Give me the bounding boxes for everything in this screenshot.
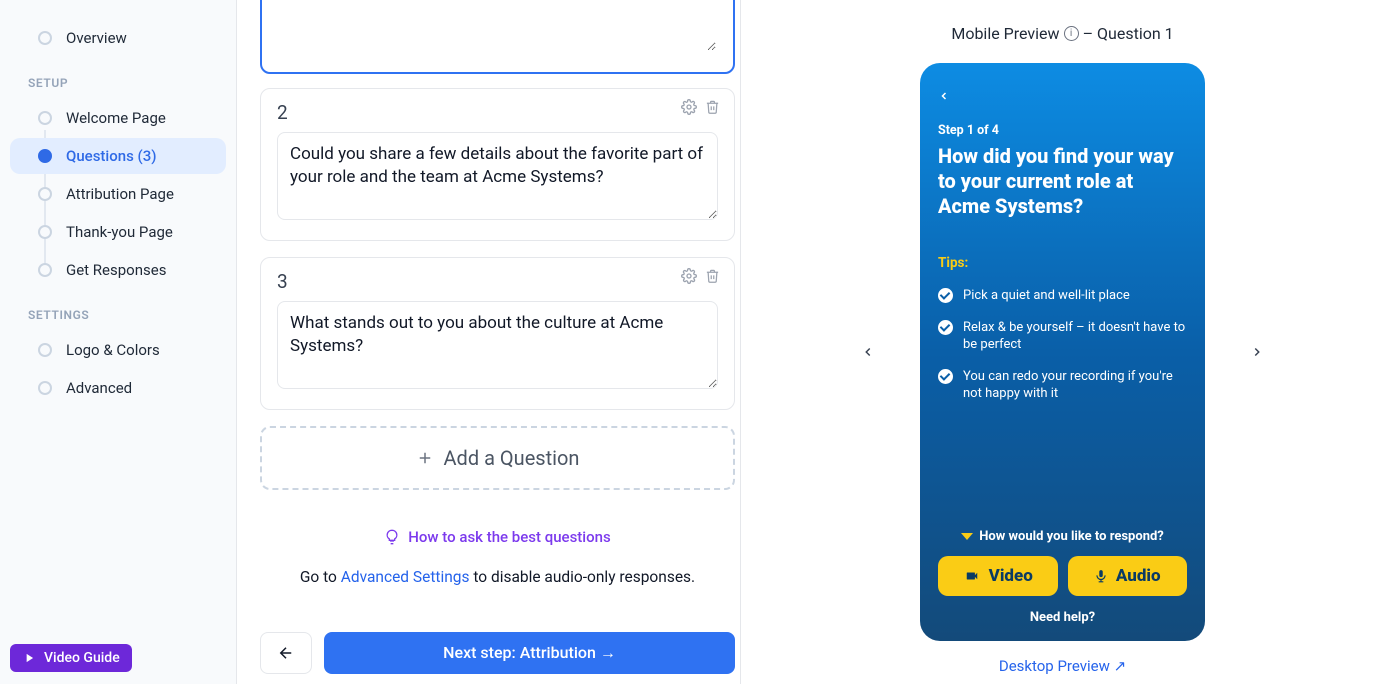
preview-row: Step 1 of 4 How did you find your way to… bbox=[856, 63, 1269, 641]
editor-column: 2 3 Add a Question How to ask the best q… bbox=[260, 0, 735, 684]
respond-audio-label: Audio bbox=[1116, 566, 1161, 586]
chevron-left-icon bbox=[861, 340, 875, 364]
best-questions-label: How to ask the best questions bbox=[408, 528, 610, 546]
preview-prev-button[interactable] bbox=[856, 332, 880, 372]
mobile-preview-card: Step 1 of 4 How did you find your way to… bbox=[920, 63, 1205, 641]
lightbulb-icon bbox=[384, 529, 400, 545]
preview-step-label: Step 1 of 4 bbox=[938, 123, 1187, 138]
sidebar-item-label: Overview bbox=[66, 29, 127, 47]
nav-dot-icon bbox=[38, 263, 52, 277]
question-card-3[interactable]: 3 bbox=[260, 257, 735, 410]
question-card-actions bbox=[681, 99, 720, 115]
preview-header-suffix: – Question 1 bbox=[1083, 24, 1174, 43]
preview-tip-text: You can redo your recording if you're no… bbox=[963, 368, 1187, 403]
gear-icon[interactable] bbox=[681, 99, 697, 115]
respond-audio-button[interactable]: Audio bbox=[1068, 556, 1188, 596]
preview-header-prefix: Mobile Preview bbox=[951, 24, 1059, 43]
sidebar-item-label: Welcome Page bbox=[66, 109, 166, 127]
nav-dot-icon bbox=[38, 31, 52, 45]
gear-icon[interactable] bbox=[681, 268, 697, 284]
preview-back-button[interactable] bbox=[938, 87, 1187, 105]
preview-tip-text: Relax & be yourself – it doesn't have to… bbox=[963, 319, 1187, 354]
nav-dot-icon bbox=[38, 343, 52, 357]
sidebar-item-welcome-page[interactable]: Welcome Page bbox=[10, 100, 226, 136]
respond-video-label: Video bbox=[989, 566, 1033, 586]
preview-question-text: How did you find your way to your curren… bbox=[938, 144, 1187, 219]
sidebar-item-label: Get Responses bbox=[66, 261, 166, 279]
preview-tip-item: You can redo your recording if you're no… bbox=[938, 368, 1187, 403]
question-card-actions bbox=[681, 268, 720, 284]
sidebar-section-setup: SETUP bbox=[0, 76, 236, 90]
nav-dot-icon bbox=[38, 225, 52, 239]
question-1-textarea[interactable] bbox=[278, 0, 717, 52]
preview-tip-item: Relax & be yourself – it doesn't have to… bbox=[938, 319, 1187, 354]
preview-next-button[interactable] bbox=[1245, 332, 1269, 372]
question-card-2[interactable]: 2 bbox=[260, 88, 735, 241]
nav-dot-icon bbox=[38, 187, 52, 201]
editor-bottom-bar: Next step: Attribution → bbox=[260, 632, 735, 674]
add-question-button[interactable]: Add a Question bbox=[260, 426, 735, 490]
respond-prompt: How would you like to respond? bbox=[961, 529, 1164, 544]
sidebar-item-questions[interactable]: Questions (3) bbox=[10, 138, 226, 174]
check-icon bbox=[938, 369, 953, 384]
sidebar-item-logo-colors[interactable]: Logo & Colors bbox=[10, 332, 226, 368]
question-number: 2 bbox=[277, 101, 718, 124]
need-help-link[interactable]: Need help? bbox=[938, 610, 1187, 625]
chevron-right-icon bbox=[1250, 340, 1264, 364]
desktop-preview-label: Desktop Preview ↗ bbox=[999, 657, 1126, 675]
desktop-preview-link[interactable]: Desktop Preview ↗ bbox=[999, 657, 1126, 675]
trash-icon[interactable] bbox=[705, 268, 720, 284]
video-icon bbox=[963, 569, 981, 583]
preview-tips-label: Tips: bbox=[938, 255, 1187, 271]
trash-icon[interactable] bbox=[705, 99, 720, 115]
respond-buttons: Video Audio bbox=[938, 556, 1187, 596]
sidebar-setup-group: Welcome Page Questions (3) Attribution P… bbox=[0, 100, 236, 288]
nav-dot-icon bbox=[38, 381, 52, 395]
nav-dot-icon bbox=[38, 111, 52, 125]
sidebar-item-label: Advanced bbox=[66, 379, 132, 397]
next-step-button[interactable]: Next step: Attribution → bbox=[324, 632, 735, 674]
nav-dot-icon bbox=[38, 149, 52, 163]
info-icon[interactable]: i bbox=[1064, 26, 1079, 41]
question-card-1[interactable] bbox=[260, 0, 735, 74]
respond-video-button[interactable]: Video bbox=[938, 556, 1058, 596]
sidebar-item-label: Questions (3) bbox=[66, 147, 157, 165]
preview-tip-text: Pick a quiet and well-lit place bbox=[963, 287, 1130, 305]
plus-icon bbox=[416, 449, 434, 467]
preview-tip-item: Pick a quiet and well-lit place bbox=[938, 287, 1187, 305]
sidebar-item-advanced[interactable]: Advanced bbox=[10, 370, 226, 406]
sidebar: Overview SETUP Welcome Page Questions (3… bbox=[0, 0, 237, 684]
sidebar-item-label: Thank-you Page bbox=[66, 223, 173, 241]
check-icon bbox=[938, 320, 953, 335]
best-questions-link[interactable]: How to ask the best questions bbox=[260, 528, 735, 546]
play-icon bbox=[22, 651, 36, 665]
microphone-icon bbox=[1094, 568, 1108, 584]
add-question-label: Add a Question bbox=[444, 446, 580, 470]
video-guide-button[interactable]: Video Guide bbox=[10, 644, 132, 672]
sidebar-item-label: Attribution Page bbox=[66, 185, 174, 203]
sidebar-item-overview[interactable]: Overview bbox=[10, 20, 226, 56]
check-icon bbox=[938, 288, 953, 303]
sidebar-item-label: Logo & Colors bbox=[66, 341, 160, 359]
video-guide-label: Video Guide bbox=[44, 650, 120, 666]
question-number: 3 bbox=[277, 270, 718, 293]
next-step-label: Next step: Attribution → bbox=[443, 643, 616, 663]
preview-pane: Mobile Preview i – Question 1 Step 1 of … bbox=[740, 0, 1384, 684]
advanced-settings-hint: Go to Advanced Settings to disable audio… bbox=[260, 568, 735, 586]
sidebar-item-attribution-page[interactable]: Attribution Page bbox=[10, 176, 226, 212]
advanced-settings-link[interactable]: Advanced Settings bbox=[341, 568, 470, 586]
chevron-left-icon bbox=[938, 87, 950, 105]
arrow-left-icon bbox=[277, 644, 295, 662]
preview-bottom: How would you like to respond? Video Aud… bbox=[938, 525, 1187, 625]
back-button[interactable] bbox=[260, 632, 312, 674]
sidebar-section-settings: SETTINGS bbox=[0, 308, 236, 322]
sidebar-item-get-responses[interactable]: Get Responses bbox=[10, 252, 226, 288]
sidebar-item-thank-you-page[interactable]: Thank-you Page bbox=[10, 214, 226, 250]
triangle-down-icon bbox=[961, 533, 973, 540]
preview-header: Mobile Preview i – Question 1 bbox=[951, 24, 1173, 43]
question-2-textarea[interactable] bbox=[277, 132, 718, 220]
question-3-textarea[interactable] bbox=[277, 301, 718, 389]
